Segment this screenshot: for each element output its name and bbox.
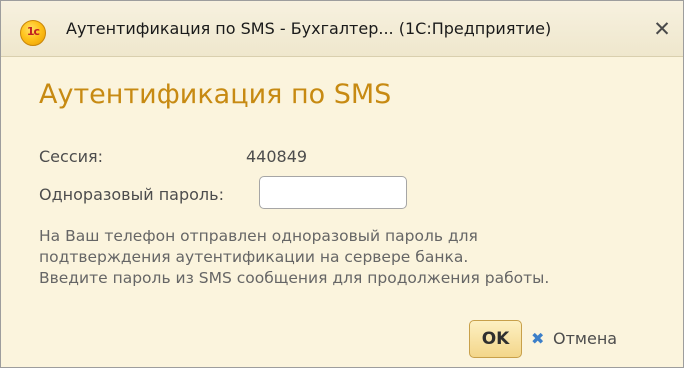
cancel-button[interactable]: ✖ Отмена [531, 320, 617, 358]
session-label: Сессия: [39, 147, 104, 166]
info-text-line: На Ваш телефон отправлен одноразовый пар… [39, 227, 478, 245]
cancel-label: Отмена [553, 329, 618, 348]
sms-auth-dialog: 1c Аутентификация по SMS - Бухгалтер... … [0, 0, 684, 368]
form-heading: Аутентификация по SMS [39, 79, 392, 110]
session-value: 440849 [246, 147, 308, 166]
info-text-line: Введите пароль из SMS сообщения для прод… [39, 269, 550, 287]
1c-logo-icon: 1c [20, 20, 46, 46]
app-icon-glyph: 1c [26, 25, 40, 38]
close-icon[interactable]: ✕ [650, 15, 674, 43]
window-title: Аутентификация по SMS - Бухгалтер... (1С… [66, 19, 552, 38]
password-label: Одноразовый пароль: [39, 185, 224, 204]
ok-button[interactable]: OK [469, 320, 522, 358]
cancel-x-icon: ✖ [531, 329, 545, 348]
info-text-line: подтверждения аутентификации на сервере … [39, 248, 469, 266]
title-bar[interactable]: 1c Аутентификация по SMS - Бухгалтер... … [1, 1, 683, 57]
password-input[interactable] [259, 176, 407, 209]
